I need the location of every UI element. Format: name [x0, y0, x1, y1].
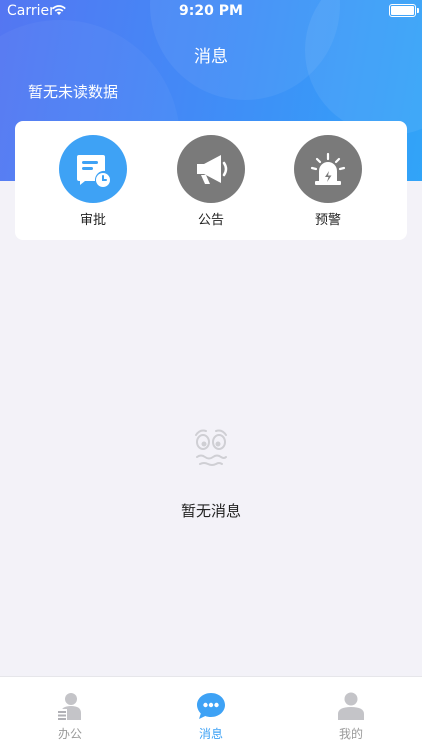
tab-bar: 办公 消息 我的 [0, 676, 422, 750]
tab-message-label: 消息 [198, 727, 223, 741]
unread-status-text: 暂无未读数据 [28, 83, 119, 101]
message-category-card: 审批 公告 预警 [15, 121, 407, 240]
approval-label: 审批 [79, 213, 106, 228]
status-bar: Carrier 9:20 PM [0, 0, 422, 22]
approval-icon [59, 135, 127, 203]
empty-face-icon [188, 425, 234, 469]
page-title: 消息 [194, 47, 228, 67]
battery-icon [389, 4, 419, 17]
megaphone-icon [177, 135, 245, 203]
tab-profile-label: 我的 [338, 727, 363, 741]
tab-message[interactable]: 消息 [181, 691, 241, 742]
warning-label: 预警 [314, 213, 341, 228]
warning-entry[interactable]: 预警 [292, 135, 364, 228]
clock: 9:20 PM [179, 3, 243, 19]
tab-profile[interactable]: 我的 [321, 691, 381, 742]
office-icon [57, 693, 81, 720]
announcement-label: 公告 [197, 213, 224, 228]
message-icon [197, 693, 225, 719]
tab-office-label: 办公 [57, 727, 82, 741]
approval-entry[interactable]: 审批 [57, 135, 129, 228]
profile-icon [338, 692, 364, 720]
alarm-icon [294, 135, 362, 203]
announcement-entry[interactable]: 公告 [175, 135, 247, 228]
empty-state-text: 暂无消息 [180, 502, 241, 520]
tab-office[interactable]: 办公 [40, 691, 100, 742]
